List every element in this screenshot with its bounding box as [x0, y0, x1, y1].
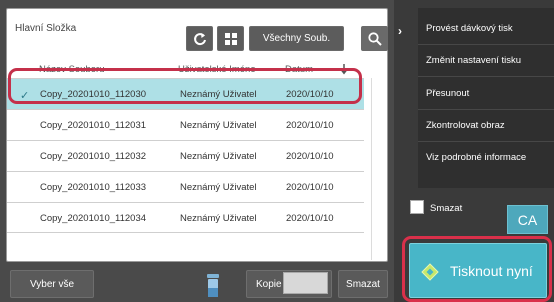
ca-button[interactable]: CA: [507, 205, 548, 234]
chevron-right-icon[interactable]: ›: [398, 24, 402, 38]
copies-label: Kopie: [256, 279, 282, 290]
menu-item-change-settings[interactable]: Změnit nastavení tisku: [426, 55, 521, 66]
file-date: 2020/10/10: [286, 120, 334, 131]
refresh-button[interactable]: [186, 26, 213, 51]
file-list: Hlavní Složka Všechny Soub. Název Soubor…: [6, 8, 388, 262]
scrollbar[interactable]: [371, 78, 383, 260]
table-row[interactable]: Copy_20201010_112034 Neznámý Uživatel 20…: [7, 202, 364, 233]
table-row[interactable]: ✓ Copy_20201010_112030 Neznámý Uživatel …: [7, 78, 364, 109]
file-user: Neznámý Uživatel: [180, 182, 257, 193]
table-row[interactable]: Copy_20201010_112033 Neznámý Uživatel 20…: [7, 171, 364, 202]
check-icon: ✓: [20, 90, 30, 102]
file-user: Neznámý Uživatel: [180, 213, 257, 224]
file-name: Copy_20201010_112034: [40, 213, 147, 224]
ca-label: CA: [517, 211, 538, 228]
file-user: Neznámý Uživatel: [180, 89, 257, 100]
file-date: 2020/10/10: [286, 213, 334, 224]
refresh-icon: [193, 32, 206, 45]
menu-item-check-image[interactable]: Zkontrolovat obraz: [426, 120, 505, 131]
file-date: 2020/10/10: [286, 89, 334, 100]
delete-checkbox-label: Smazat: [430, 203, 463, 214]
select-all-label: Vyber vše: [29, 278, 75, 290]
file-name: Copy_20201010_112033: [40, 182, 147, 193]
action-menu: Provést dávkový tisk Změnit nastavení ti…: [418, 8, 554, 188]
menu-item-move[interactable]: Přesunout: [426, 88, 469, 99]
table-row[interactable]: Copy_20201010_112031 Neznámý Uživatel 20…: [7, 109, 364, 140]
search-icon: [367, 31, 382, 46]
menu-item-batch-print[interactable]: Provést dávkový tisk: [426, 23, 513, 34]
divider: [418, 141, 554, 142]
column-header-date[interactable]: Datum: [285, 64, 313, 75]
file-name: Copy_20201010_112031: [40, 120, 147, 131]
column-header-name[interactable]: Název Souboru: [39, 64, 104, 75]
file-user: Neznámý Uživatel: [180, 151, 257, 162]
grid-view-button[interactable]: [217, 26, 244, 51]
filter-label: Všechny Soub.: [262, 33, 331, 44]
grid-view-icon: [224, 32, 237, 45]
filter-dropdown[interactable]: Všechny Soub.: [249, 26, 344, 51]
divider: [418, 109, 554, 110]
select-all-button[interactable]: Vyber vše: [10, 270, 94, 298]
file-date: 2020/10/10: [286, 151, 334, 162]
print-icon: [421, 263, 439, 281]
delete-checkbox[interactable]: [410, 200, 424, 214]
divider: [418, 76, 554, 77]
delete-label: Smazat: [346, 278, 380, 290]
print-now-label: Tisknout nyní: [450, 263, 533, 279]
sort-arrow-icon[interactable]: [340, 64, 348, 75]
folder-title: Hlavní Složka: [15, 23, 77, 34]
file-name: Copy_20201010_112030: [40, 89, 147, 100]
search-button[interactable]: [361, 26, 388, 51]
file-user: Neznámý Uživatel: [180, 120, 257, 131]
divider: [418, 44, 554, 45]
menu-item-details[interactable]: Viz podrobné informace: [426, 152, 526, 163]
table-row[interactable]: Copy_20201010_112032 Neznámý Uživatel 20…: [7, 140, 364, 171]
file-name: Copy_20201010_112032: [40, 151, 147, 162]
column-header-user[interactable]: Uživatelské Iméno: [178, 64, 256, 75]
print-now-button[interactable]: Tisknout nyní: [409, 243, 547, 298]
file-date: 2020/10/10: [286, 182, 334, 193]
copies-input[interactable]: [283, 272, 328, 294]
delete-button[interactable]: Smazat: [338, 270, 388, 298]
bin-icon: [207, 274, 219, 297]
